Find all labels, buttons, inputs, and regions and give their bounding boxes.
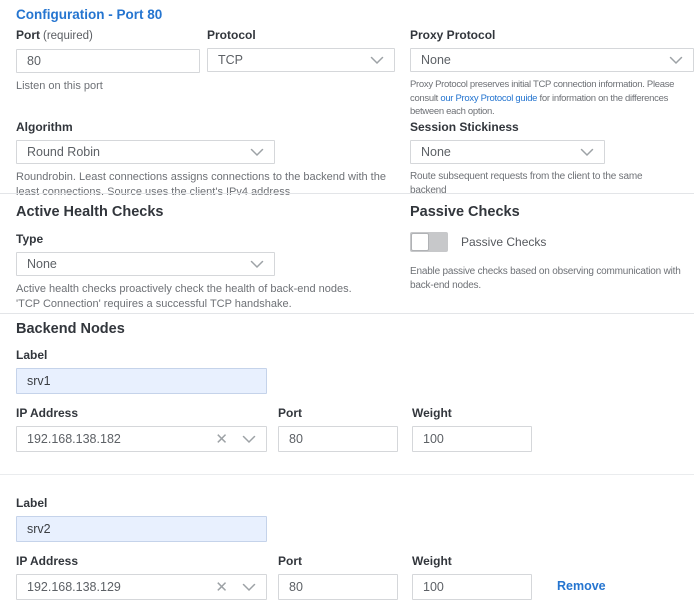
port-field: Port(required) Listen on this port [16, 28, 200, 94]
protocol-label: Protocol [207, 28, 395, 43]
toggle-thumb [411, 233, 429, 251]
port-helper-text: Listen on this port [16, 79, 200, 94]
chevron-down-icon [250, 260, 264, 269]
node-label-field: Label [16, 348, 267, 394]
chevron-down-icon [250, 148, 264, 157]
node-weight-input[interactable] [412, 426, 532, 452]
node-ip-combobox[interactable]: 192.168.138.182 ✕ [16, 426, 267, 452]
node-weight-label: Weight [412, 406, 532, 421]
session-stickiness-field: Session Stickiness None Route subsequent… [410, 120, 694, 198]
session-stickiness-select[interactable]: None [410, 140, 605, 164]
section-divider [0, 193, 694, 194]
node-ip-value: 192.168.138.129 [27, 580, 121, 594]
node-port-label: Port [278, 554, 398, 569]
node-weight-label: Weight [412, 554, 532, 569]
proxy-protocol-select-value: None [421, 53, 451, 67]
node-ip-label: IP Address [16, 406, 267, 421]
node-ip-value: 192.168.138.182 [27, 432, 121, 446]
node-address-row: IP Address 192.168.138.129 ✕ Port Weight… [16, 554, 694, 600]
protocol-field: Protocol TCP [207, 28, 395, 72]
active-health-checks-helper-text: Active health checks proactively check t… [16, 282, 356, 311]
proxy-protocol-label: Proxy Protocol [410, 28, 694, 43]
passive-checks-section: Passive Checks Passive Checks Enable pas… [410, 204, 694, 293]
node-divider [0, 474, 694, 475]
proxy-protocol-select[interactable]: None [410, 48, 694, 72]
node-weight-field: Weight [412, 554, 532, 600]
config-panel-title[interactable]: Configuration - Port 80 [16, 7, 162, 22]
nodebalancer-config-panel: Configuration - Port 80 Port(required) L… [0, 0, 694, 608]
chevron-down-icon [370, 56, 384, 65]
active-health-checks-section: Active Health Checks Type None Active he… [16, 204, 391, 311]
node-label-input[interactable] [16, 516, 267, 542]
backend-node-row: Label IP Address 192.168.138.129 ✕ Port [16, 496, 694, 600]
algorithm-helper-text: Roundrobin. Least connections assigns co… [16, 170, 386, 199]
combobox-icons: ✕ [215, 580, 256, 595]
node-ip-label: IP Address [16, 554, 267, 569]
chevron-down-icon [669, 56, 683, 65]
port-required-hint: (required) [43, 30, 93, 42]
remove-node-button[interactable]: Remove [557, 579, 606, 593]
health-check-type-label: Type [16, 232, 391, 247]
node-ip-field: IP Address 192.168.138.182 ✕ [16, 406, 267, 452]
session-stickiness-label: Session Stickiness [410, 120, 694, 135]
chevron-down-icon [580, 148, 594, 157]
proxy-protocol-guide-link[interactable]: our Proxy Protocol guide [440, 93, 537, 104]
port-label: Port(required) [16, 28, 200, 44]
chevron-down-icon[interactable] [242, 583, 256, 592]
node-port-input[interactable] [278, 574, 398, 600]
node-label-field: Label [16, 496, 267, 542]
node-port-input[interactable] [278, 426, 398, 452]
passive-checks-heading: Passive Checks [410, 204, 694, 220]
algorithm-field: Algorithm Round Robin Roundrobin. Least … [16, 120, 391, 199]
protocol-select[interactable]: TCP [207, 48, 395, 72]
node-label-input[interactable] [16, 368, 267, 394]
algorithm-label: Algorithm [16, 120, 391, 135]
node-port-field: Port [278, 554, 398, 600]
node-weight-field: Weight [412, 406, 532, 452]
node-weight-input[interactable] [412, 574, 532, 600]
node-ip-field: IP Address 192.168.138.129 ✕ [16, 554, 267, 600]
proxy-protocol-helper-text: Proxy Protocol preserves initial TCP con… [410, 78, 694, 119]
node-port-field: Port [278, 406, 398, 452]
algorithm-select[interactable]: Round Robin [16, 140, 275, 164]
backend-nodes-heading: Backend Nodes [16, 321, 125, 337]
clear-icon[interactable]: ✕ [215, 580, 228, 595]
health-check-type-select-value: None [27, 257, 57, 271]
proxy-protocol-field: Proxy Protocol None Proxy Protocol prese… [410, 28, 694, 119]
passive-checks-toggle-label: Passive Checks [461, 235, 546, 249]
port-label-text: Port [16, 28, 40, 42]
node-port-label: Port [278, 406, 398, 421]
node-address-row: IP Address 192.168.138.182 ✕ Port Weight [16, 406, 694, 452]
node-ip-combobox[interactable]: 192.168.138.129 ✕ [16, 574, 267, 600]
protocol-select-value: TCP [218, 53, 243, 67]
passive-checks-helper-text: Enable passive checks based on observing… [410, 265, 694, 293]
node-label-label: Label [16, 496, 267, 511]
session-stickiness-select-value: None [421, 145, 451, 159]
clear-icon[interactable]: ✕ [215, 432, 228, 447]
passive-checks-toggle-row: Passive Checks [410, 232, 694, 252]
chevron-down-icon[interactable] [242, 435, 256, 444]
port-input[interactable] [16, 49, 200, 73]
section-divider [0, 313, 694, 314]
node-label-label: Label [16, 348, 267, 363]
health-check-type-select[interactable]: None [16, 252, 275, 276]
combobox-icons: ✕ [215, 432, 256, 447]
active-health-checks-heading: Active Health Checks [16, 204, 391, 220]
backend-node-row: Label IP Address 192.168.138.182 ✕ Port [16, 348, 694, 452]
passive-checks-toggle[interactable] [410, 232, 448, 252]
algorithm-select-value: Round Robin [27, 145, 100, 159]
